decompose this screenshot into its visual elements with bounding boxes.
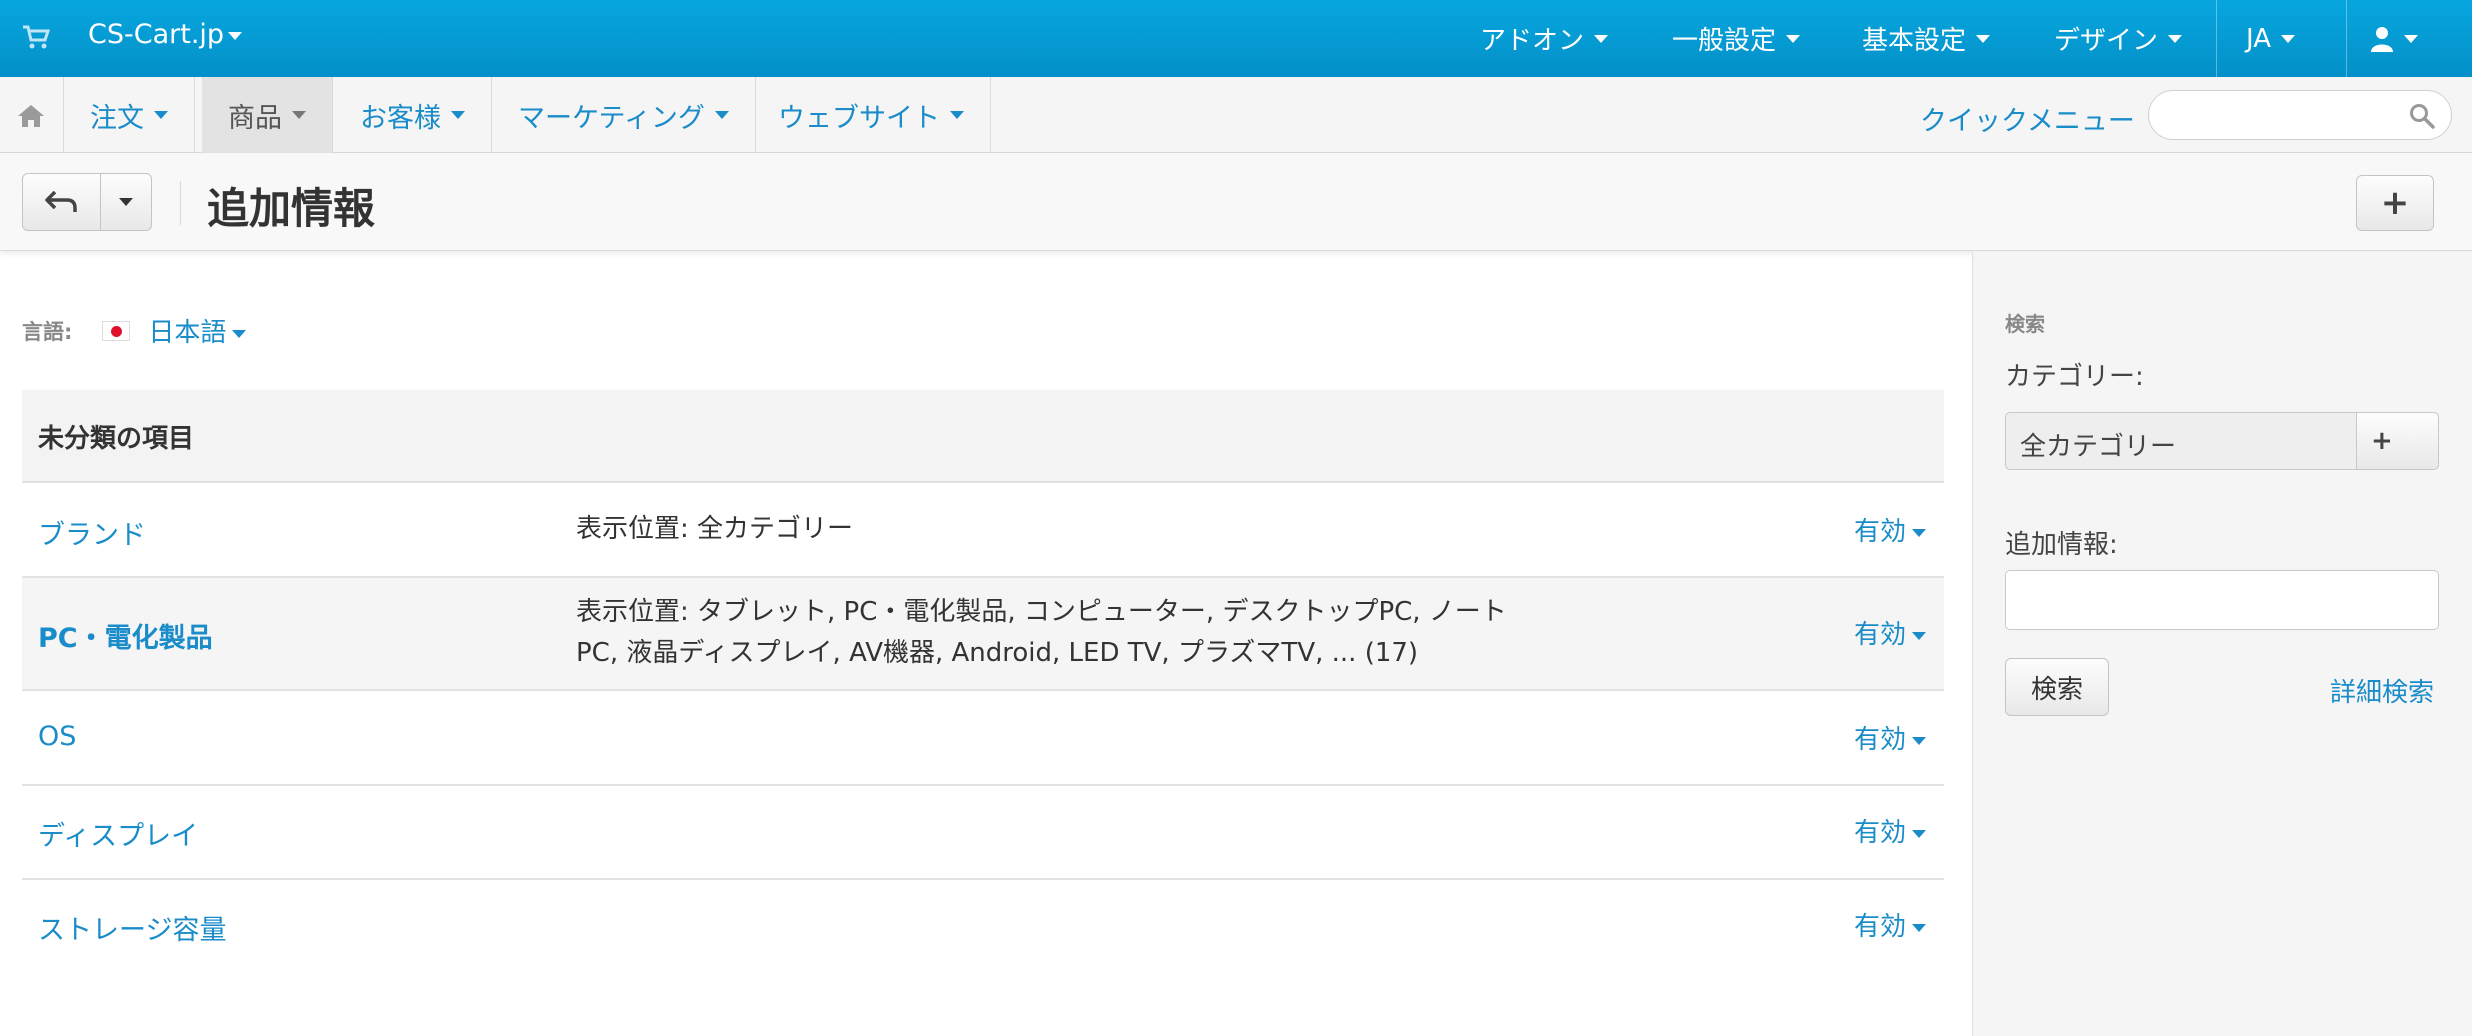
menu-general-settings[interactable]: 一般設定 [1672,0,1801,77]
store-switcher[interactable]: CS-Cart.jp [88,19,243,50]
search-sidebar: 検索 カテゴリー: 全カテゴリー + 追加情報: 検索 詳細検索 [1972,252,2472,1036]
page-title: 追加情報 [207,184,376,233]
status-dropdown[interactable]: 有効 [1854,719,1926,756]
language-selector: 言語: 日本語 [22,312,247,349]
feature-name-link[interactable]: ストレージ容量 [38,908,226,947]
language-dropdown[interactable]: 日本語 [148,312,247,349]
nav-website[interactable]: ウェブサイト [752,77,991,153]
nav-customers[interactable]: お客様 [334,77,492,153]
feature-name-link[interactable]: ブランド [38,513,146,552]
menu-design[interactable]: デザイン [2054,0,2183,77]
category-field[interactable]: 全カテゴリー + [2005,412,2439,470]
main-nav: 注文 商品 お客様 マーケティング ウェブサイト クイックメニュー [0,77,2472,153]
chevron-down-icon [119,198,133,206]
divider [180,181,181,225]
category-label: カテゴリー: [2005,362,2144,392]
menu-basic-settings[interactable]: 基本設定 [1862,0,1991,77]
status-dropdown[interactable]: 有効 [1854,906,1926,943]
language-menu[interactable]: JA [2246,0,2295,77]
table-row: ストレージ容量 有効 [22,880,1944,972]
status-dropdown[interactable]: 有効 [1854,812,1926,849]
search-icon[interactable] [2409,103,2435,129]
back-button[interactable] [23,174,101,230]
home-icon [18,105,44,127]
search-button[interactable]: 検索 [2005,658,2109,716]
table-row: ブランド 表示位置: 全カテゴリー 有効 [22,483,1944,578]
nav-marketing[interactable]: マーケティング [492,77,756,153]
status-dropdown[interactable]: 有効 [1854,511,1926,548]
plus-icon: + [2380,183,2410,223]
group-title: 未分類の項目 [38,424,195,454]
language-label: 言語: [22,319,73,344]
add-feature-button[interactable]: + [2356,175,2434,231]
feature-label: 追加情報: [2005,530,2118,560]
cart-icon[interactable] [22,24,50,50]
sidebar-heading: 検索 [2005,312,2045,336]
feature-search-input[interactable] [2005,570,2439,630]
feature-name-link[interactable]: OS [38,721,76,752]
title-bar: 追加情報 + [0,153,2472,251]
back-button-group [22,173,152,231]
menu-addons[interactable]: アドオン [1480,0,1609,77]
add-category-button[interactable]: + [2356,413,2438,469]
group-header: 未分類の項目 [22,390,1944,483]
quick-menu-link[interactable]: クイックメニュー [1920,99,2135,138]
top-bar: CS-Cart.jp アドオン 一般設定 基本設定 デザイン JA [0,0,2472,77]
table-row: PC・電化製品 表示位置: タブレット, PC・電化製品, コンピューター, デ… [22,578,1944,691]
display-position: 表示位置: 全カテゴリー [576,514,854,544]
feature-name-link[interactable]: PC・電化製品 [38,616,213,655]
nav-products[interactable]: 商品 [202,77,333,153]
display-position: 表示位置: タブレット, PC・電化製品, コンピューター, デスクトップPC,… [576,597,1507,668]
category-value: 全カテゴリー [2020,432,2177,462]
japan-flag-icon [102,320,131,341]
divider [2216,0,2217,77]
back-arrow-icon [45,190,77,212]
store-name: CS-Cart.jp [88,19,225,50]
plus-icon: + [2371,426,2393,456]
nav-orders[interactable]: 注文 [64,77,195,153]
search-input[interactable] [2148,90,2452,140]
divider [2346,0,2347,77]
advanced-search-link[interactable]: 詳細検索 [2330,672,2434,709]
home-button[interactable] [0,77,64,153]
table-row: ディスプレイ 有効 [22,786,1944,880]
back-dropdown-button[interactable] [101,174,151,230]
feature-name-link[interactable]: ディスプレイ [38,814,198,853]
table-row: OS 有効 [22,691,1944,786]
user-icon [2371,26,2393,52]
user-menu[interactable] [2370,0,2418,77]
status-dropdown[interactable]: 有効 [1854,614,1926,651]
